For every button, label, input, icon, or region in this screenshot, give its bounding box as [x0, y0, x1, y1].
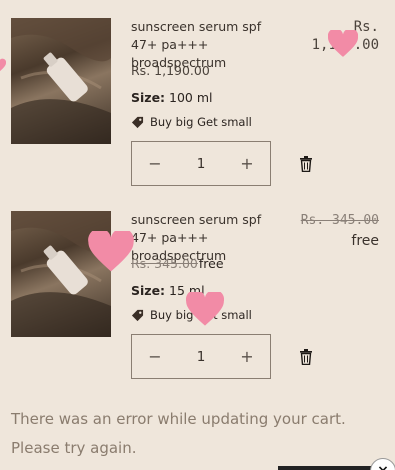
tag-icon — [131, 309, 144, 321]
product-image[interactable] — [11, 18, 111, 144]
final-unit-price: free — [198, 256, 224, 271]
increase-quantity-button[interactable]: + — [224, 142, 270, 185]
size-label: Size: — [131, 283, 166, 298]
discount-line: Buy big Get small — [131, 308, 252, 322]
line-total: Rs. 345.00 free — [301, 211, 379, 250]
cart-page: sunscreen serum spf 47+ pa+++ broadspect… — [0, 0, 395, 470]
trash-icon[interactable] — [299, 156, 313, 172]
quantity-input[interactable]: 1 — [178, 349, 224, 365]
heart-icon — [0, 58, 6, 72]
size-value: 100 ml — [169, 90, 213, 105]
final-line-total: free — [351, 233, 379, 249]
increase-quantity-button[interactable]: + — [224, 335, 270, 378]
tag-icon — [131, 116, 144, 128]
line-total-amount: 1,190.00 — [311, 37, 379, 53]
discount-label: Buy big Get small — [150, 115, 252, 129]
original-line-total: Rs. 345.00 — [300, 213, 379, 228]
line-total: Rs. 1,190.00 — [312, 18, 379, 54]
product-image[interactable] — [11, 211, 111, 337]
size-option: Size: 100 ml — [131, 90, 213, 105]
discount-line: Buy big Get small — [131, 115, 252, 129]
line-total-currency: Rs. — [353, 19, 379, 35]
cart-error-message: There was an error while updating your c… — [11, 410, 346, 457]
size-option: Size: 15 ml — [131, 283, 205, 298]
unit-price: Rs. 345.00free — [131, 256, 224, 271]
decrease-quantity-button[interactable]: − — [132, 142, 178, 185]
size-value: 15 ml — [169, 283, 205, 298]
original-unit-price: Rs. 345.00 — [131, 256, 198, 271]
discount-label: Buy big Get small — [150, 308, 252, 322]
quantity-input[interactable]: 1 — [178, 156, 224, 172]
quantity-stepper: − 1 + — [131, 334, 271, 379]
unit-price: Rs. 1,190.00 — [131, 63, 210, 78]
decrease-quantity-button[interactable]: − — [132, 335, 178, 378]
size-label: Size: — [131, 90, 166, 105]
trash-icon[interactable] — [299, 349, 313, 365]
quantity-stepper: − 1 + — [131, 141, 271, 186]
floating-widget-bar — [278, 466, 373, 470]
